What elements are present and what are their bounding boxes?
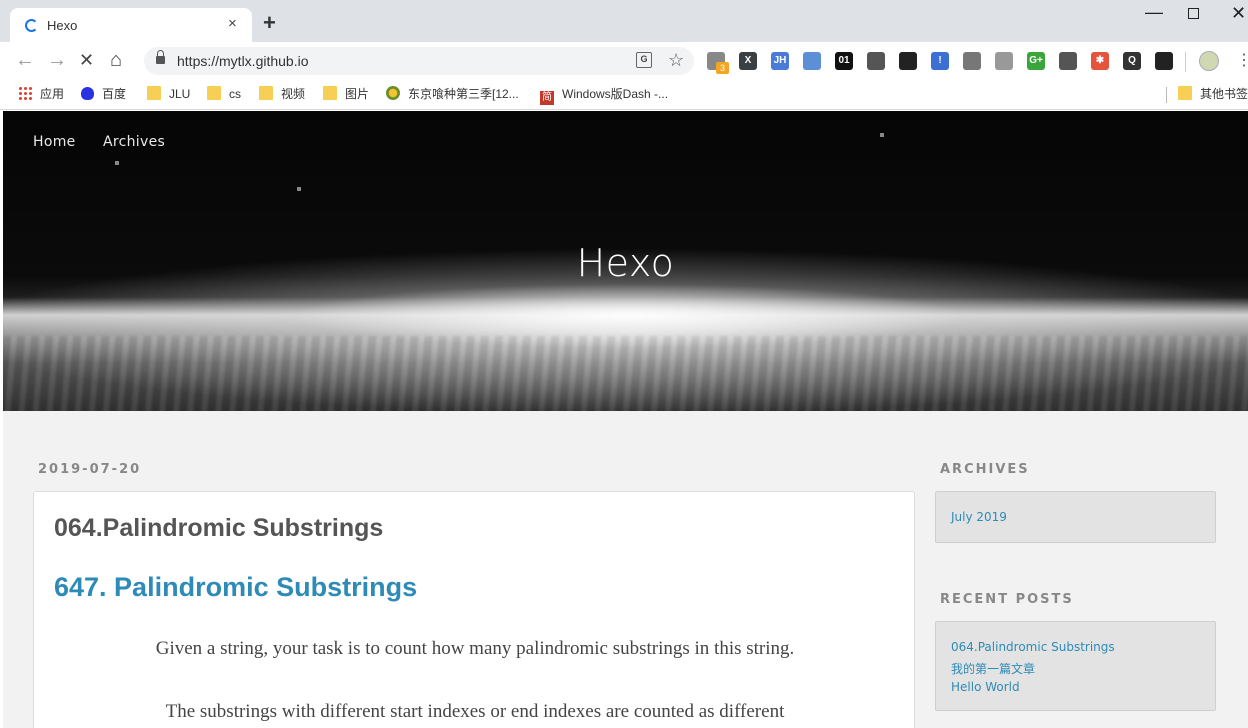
folder-icon [1178, 86, 1192, 100]
gplus-icon[interactable]: G+ [1027, 52, 1045, 70]
archive-link[interactable]: July 2019 [951, 510, 1007, 524]
bookmark-label: 图片 [345, 87, 370, 101]
mail-alert-icon[interactable]: ! [931, 52, 949, 70]
loading-spinner-icon [25, 19, 38, 32]
post-card: 064.Palindromic Substrings 647. Palindro… [33, 491, 915, 728]
opera-icon[interactable] [803, 52, 821, 70]
bookmark-tokyo-ghoul[interactable]: 东京喰种第三季[12... [386, 86, 519, 104]
folder-icon [323, 86, 337, 100]
bookmark-cs[interactable]: cs [207, 86, 241, 104]
tree-icon[interactable] [995, 52, 1013, 70]
post-date: 2019-07-20 [38, 462, 142, 477]
bookmark-jlu[interactable]: JLU [147, 86, 190, 104]
bookmarks-divider [1166, 87, 1167, 103]
new-tab-button[interactable]: + [263, 12, 276, 34]
nav-archives-link[interactable]: Archives [103, 134, 165, 150]
bookmark-label: Windows版Dash -... [562, 87, 669, 101]
close-window-button[interactable]: ✕ [1231, 3, 1246, 24]
back-arrow-icon[interactable]: ← [15, 49, 35, 71]
recent-post-link[interactable]: 我的第一篇文章 [951, 660, 1035, 677]
spy-icon[interactable] [1155, 52, 1173, 70]
header-banner: Home Archives Hexo [3, 111, 1248, 411]
bookmark-other[interactable]: 其他书签 [1178, 86, 1248, 104]
star-decoration [115, 161, 119, 165]
maximize-button[interactable] [1188, 8, 1199, 19]
gamepad-icon[interactable] [899, 52, 917, 70]
x-icon[interactable]: X [739, 52, 757, 70]
recent-posts-box: 064.Palindromic Substrings 我的第一篇文章 Hello… [935, 621, 1216, 711]
bookmark-label: JLU [169, 87, 191, 101]
archives-box: July 2019 [935, 491, 1216, 543]
bookmarks-bar: 应用 百度 JLU cs 视频 图片 东京喰种第三季[12... 简 Window… [0, 80, 1248, 110]
translate-icon[interactable]: G [636, 52, 652, 68]
menu-kebab-icon[interactable]: ⋮ [1236, 51, 1248, 71]
terminal-icon[interactable] [963, 52, 981, 70]
post-paragraph: Given a string, your task is to count ho… [155, 638, 795, 659]
toolbar-divider [1185, 52, 1186, 72]
q-icon[interactable]: Q [1123, 52, 1141, 70]
pin-icon[interactable] [1059, 52, 1077, 70]
nav-home-link[interactable]: Home [33, 134, 76, 150]
bookmark-apps[interactable]: 应用 [18, 86, 64, 104]
eye-icon[interactable] [867, 52, 885, 70]
tab-close-icon[interactable]: × [228, 15, 237, 33]
profile-avatar[interactable] [1199, 51, 1219, 71]
recent-post-link[interactable]: 064.Palindromic Substrings [951, 640, 1115, 654]
binary-icon[interactable]: 01 [835, 52, 853, 70]
bookmark-label: 东京喰种第三季[12... [408, 87, 519, 101]
bookmark-label: 视频 [281, 87, 306, 101]
star-decoration [297, 187, 301, 191]
baidu-paw-icon [81, 87, 94, 100]
star-decoration [880, 133, 884, 137]
asterisk-icon[interactable]: ✱ [1091, 52, 1109, 70]
minimize-button[interactable]: — [1145, 2, 1163, 23]
bookmark-dash[interactable]: 简 Windows版Dash -... [540, 86, 669, 105]
post-title[interactable]: 064.Palindromic Substrings [54, 514, 383, 543]
lock-icon[interactable] [156, 50, 165, 64]
web-page: Home Archives Hexo 2019-07-20 064.Palind… [3, 111, 1248, 728]
site-favicon-icon [386, 86, 400, 100]
bookmark-label: 其他书签 [1200, 87, 1248, 101]
bookmark-video[interactable]: 视频 [259, 86, 305, 104]
recent-posts-heading: RECENT POSTS [940, 592, 1074, 607]
home-icon[interactable]: ⌂ [110, 49, 122, 71]
jh-icon[interactable]: JH [771, 52, 789, 70]
forward-arrow-icon[interactable]: → [47, 49, 67, 71]
earth-horizon-image [3, 336, 1248, 411]
folder-icon [259, 86, 273, 100]
tab-hexo[interactable]: Hexo × [10, 8, 252, 42]
apps-grid-icon [18, 86, 32, 100]
folder-icon [147, 86, 161, 100]
bookmark-baidu[interactable]: 百度 [81, 86, 126, 104]
folder-icon [207, 86, 221, 100]
post-paragraph: The substrings with different start inde… [165, 701, 785, 722]
bookmark-label: 应用 [40, 87, 65, 101]
extension-count-badge: 3 [716, 62, 729, 74]
post-heading[interactable]: 647. Palindromic Substrings [54, 572, 417, 603]
address-bar[interactable]: https://mytlx.github.io G ☆ [144, 47, 694, 75]
browser-toolbar: ← → ✕ ⌂ https://mytlx.github.io G ☆ X JH 0… [0, 42, 1248, 80]
bookmark-pictures[interactable]: 图片 [323, 86, 369, 104]
tab-title: Hexo [47, 18, 78, 33]
bookmark-star-icon[interactable]: ☆ [668, 50, 684, 70]
tab-strip: Hexo × + — ✕ [0, 0, 1248, 42]
site-title[interactable]: Hexo [3, 241, 1248, 285]
stop-loading-icon[interactable]: ✕ [79, 49, 94, 71]
jian-icon: 简 [540, 91, 554, 105]
archives-heading: ARCHIVES [940, 462, 1030, 477]
url-text[interactable]: https://mytlx.github.io [177, 53, 309, 69]
bookmark-label: cs [229, 87, 241, 101]
bookmark-label: 百度 [102, 87, 127, 101]
recent-post-link[interactable]: Hello World [951, 680, 1020, 694]
